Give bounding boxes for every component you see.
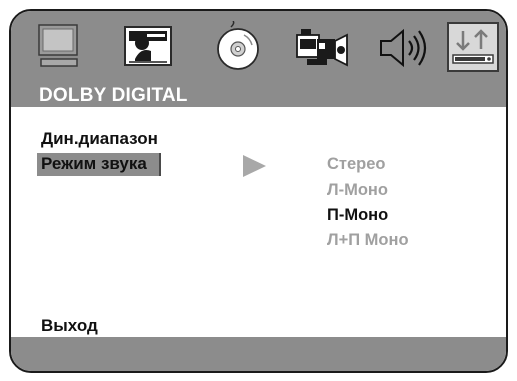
disc-icon[interactable] [211,21,265,73]
camera-icon[interactable] [295,21,349,73]
bottom-bar [11,337,506,371]
picture-icon[interactable] [121,21,175,73]
option-left-right-mono[interactable]: Л+П Моно [327,231,409,250]
monitor-icon[interactable] [33,21,87,73]
page-title: DOLBY DIGITAL [39,85,188,106]
menu-item-dynamic-range[interactable]: Дин.диапазон [41,129,158,149]
option-stereo[interactable]: Стерео [327,155,386,174]
option-left-mono[interactable]: Л-Моно [327,181,388,200]
osd-menu-frame: DOLBY DIGITAL Дин.диапазон Режим звука С… [9,9,508,373]
option-right-mono[interactable]: П-Моно [327,206,388,225]
toolbar [11,11,506,83]
menu-item-sound-mode[interactable]: Режим звука [37,153,161,176]
submenu-arrow-icon [243,155,266,177]
speaker-icon[interactable] [375,21,429,73]
exit-item[interactable]: Выход [41,316,98,336]
audio-settings-icon[interactable] [447,21,499,73]
